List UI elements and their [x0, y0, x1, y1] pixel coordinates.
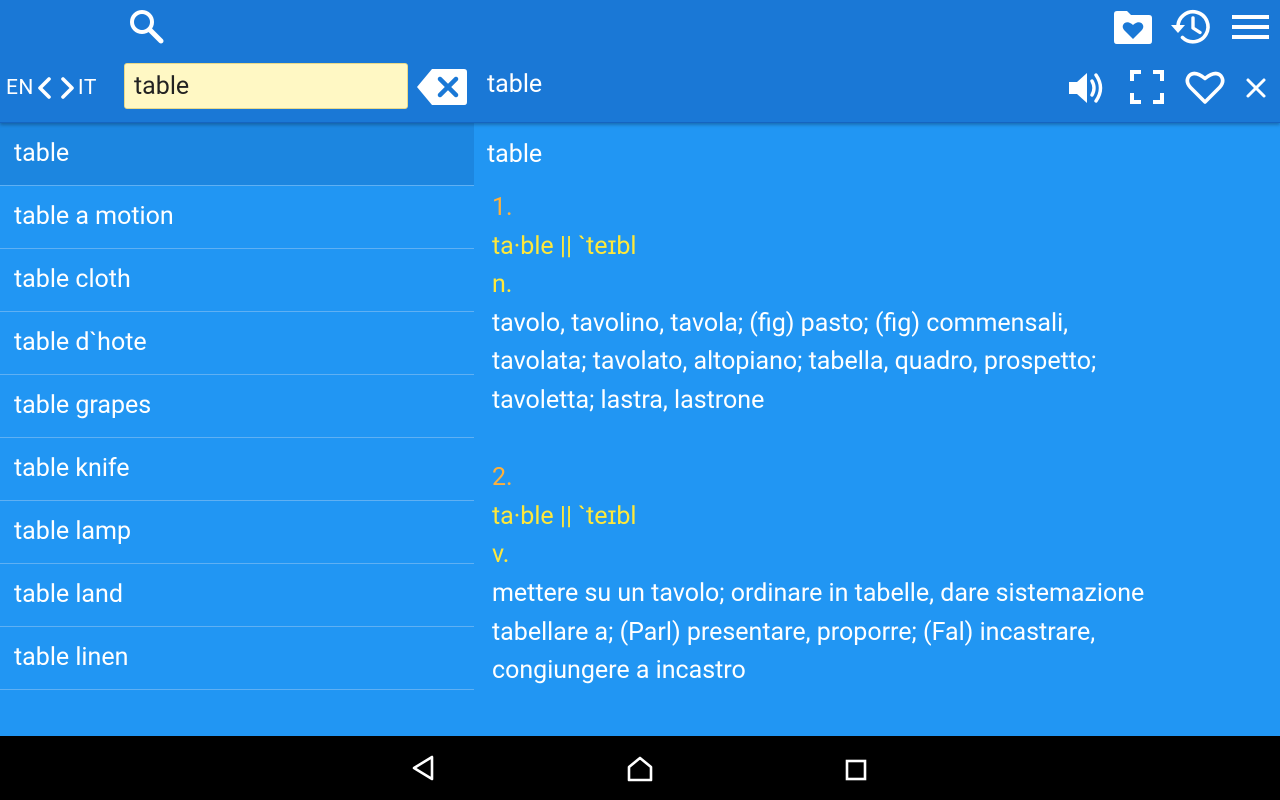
- word-list: table table a motion table cloth table d…: [0, 123, 474, 690]
- pronunciation: ta·ble || `teɪbl: [492, 501, 637, 531]
- sense-number: 2.: [492, 463, 513, 493]
- search-icon[interactable]: [126, 6, 166, 46]
- history-icon[interactable]: [1170, 5, 1214, 49]
- home-icon[interactable]: [626, 755, 654, 783]
- speaker-icon[interactable]: [1066, 68, 1108, 108]
- search-input[interactable]: [124, 63, 408, 109]
- list-item[interactable]: table lamp: [0, 501, 474, 564]
- fullscreen-icon[interactable]: [1128, 68, 1166, 106]
- list-item[interactable]: table: [0, 123, 474, 186]
- app-toolbar: EN IT table: [0, 0, 1280, 123]
- target-language-label: IT: [77, 76, 97, 100]
- list-item[interactable]: table a motion: [0, 186, 474, 249]
- translation-line: tavolata; tavolato, altopiano; tabella, …: [492, 347, 1097, 377]
- close-icon[interactable]: [1242, 74, 1270, 102]
- list-item[interactable]: table cloth: [0, 249, 474, 312]
- favorites-folder-icon[interactable]: [1112, 8, 1154, 46]
- chevron-left-icon: [34, 74, 56, 102]
- translation-line: congiungere a incastro: [492, 656, 746, 686]
- definition-panel: table 1. ta·ble || `teɪbl n. tavolo, tav…: [474, 123, 1280, 733]
- source-language-label: EN: [6, 76, 34, 100]
- list-item[interactable]: table grapes: [0, 375, 474, 438]
- recents-icon[interactable]: [844, 758, 868, 782]
- language-switch[interactable]: EN IT: [6, 70, 97, 106]
- heart-icon[interactable]: [1183, 66, 1227, 108]
- clear-search-button[interactable]: [416, 67, 468, 107]
- menu-icon[interactable]: [1228, 8, 1272, 46]
- list-item[interactable]: table d`hote: [0, 312, 474, 375]
- list-item[interactable]: table land: [0, 564, 474, 627]
- list-item[interactable]: table knife: [0, 438, 474, 501]
- translation-line: mettere su un tavolo; ordinare in tabell…: [492, 578, 1145, 608]
- part-of-speech: v.: [492, 540, 510, 570]
- pronunciation: ta·ble || `teɪbl: [492, 231, 637, 261]
- definition-headword: table: [487, 140, 543, 169]
- system-nav-bar: [0, 736, 1280, 800]
- definition-body: 1. ta·ble || `teɪbl n. tavolo, tavolino,…: [492, 189, 1262, 691]
- entry-title: table: [487, 70, 543, 99]
- chevron-right-icon: [56, 74, 78, 102]
- sense-number: 1.: [492, 193, 513, 222]
- translation-line: tabellare a; (Parl) presentare, proporre…: [492, 617, 1096, 647]
- list-item[interactable]: table linen: [0, 627, 474, 690]
- translation-line: tavolo, tavolino, tavola; (fig) pasto; (…: [492, 308, 1069, 338]
- translation-line: tavoletta; lastra, lastrone: [492, 385, 765, 415]
- back-icon[interactable]: [411, 755, 437, 781]
- part-of-speech: n.: [492, 270, 513, 300]
